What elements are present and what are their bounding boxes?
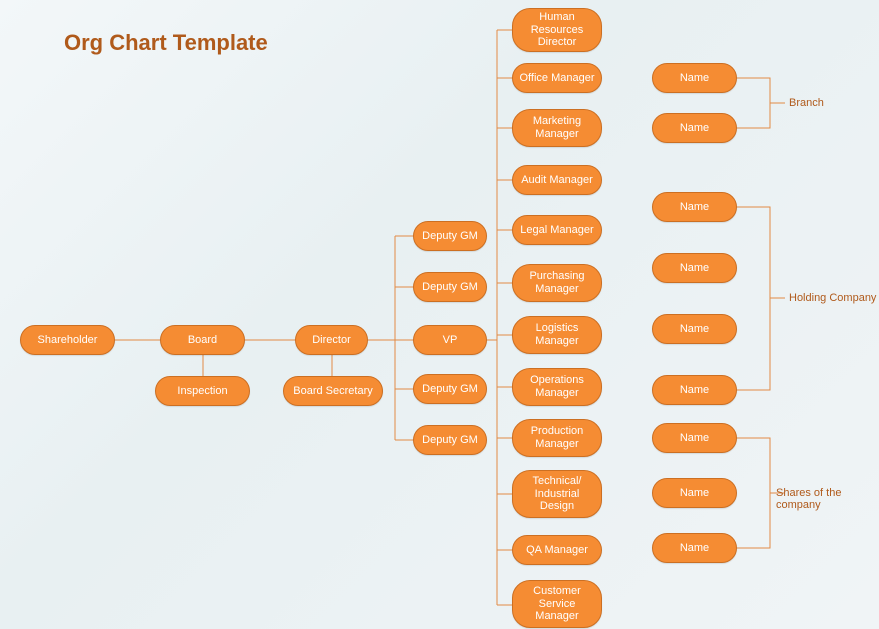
- node-name-holding-2: Name: [652, 253, 737, 283]
- node-production-manager: Production Manager: [512, 419, 602, 457]
- node-name-shares-1: Name: [652, 423, 737, 453]
- label-branch: Branch: [789, 97, 824, 109]
- node-name-holding-3: Name: [652, 314, 737, 344]
- node-deputy-gm-3: Deputy GM: [413, 374, 487, 404]
- node-purchasing-manager: Purchasing Manager: [512, 264, 602, 302]
- node-deputy-gm-4: Deputy GM: [413, 425, 487, 455]
- node-operations-manager: Operations Manager: [512, 368, 602, 406]
- node-name-branch-2: Name: [652, 113, 737, 143]
- node-tech-design: Technical/ Industrial Design: [512, 470, 602, 518]
- node-marketing-manager: Marketing Manager: [512, 109, 602, 147]
- node-shareholder: Shareholder: [20, 325, 115, 355]
- node-board: Board: [160, 325, 245, 355]
- node-audit-manager: Audit Manager: [512, 165, 602, 195]
- node-vp: VP: [413, 325, 487, 355]
- org-chart-canvas: Shareholder Board Inspection Director Bo…: [0, 0, 879, 629]
- label-shares: Shares of the company: [776, 487, 876, 511]
- node-inspection: Inspection: [155, 376, 250, 406]
- node-qa-manager: QA Manager: [512, 535, 602, 565]
- node-director: Director: [295, 325, 368, 355]
- node-name-shares-2: Name: [652, 478, 737, 508]
- node-name-branch-1: Name: [652, 63, 737, 93]
- connectors: [0, 0, 879, 629]
- node-logistics-manager: Logistics Manager: [512, 316, 602, 354]
- node-cs-manager: Customer Service Manager: [512, 580, 602, 628]
- node-board-secretary: Board Secretary: [283, 376, 383, 406]
- node-hr-director: Human Resources Director: [512, 8, 602, 52]
- node-deputy-gm-1: Deputy GM: [413, 221, 487, 251]
- node-legal-manager: Legal Manager: [512, 215, 602, 245]
- label-holding-company: Holding Company: [789, 292, 876, 304]
- node-name-shares-3: Name: [652, 533, 737, 563]
- node-name-holding-1: Name: [652, 192, 737, 222]
- node-office-manager: Office Manager: [512, 63, 602, 93]
- node-name-holding-4: Name: [652, 375, 737, 405]
- node-deputy-gm-2: Deputy GM: [413, 272, 487, 302]
